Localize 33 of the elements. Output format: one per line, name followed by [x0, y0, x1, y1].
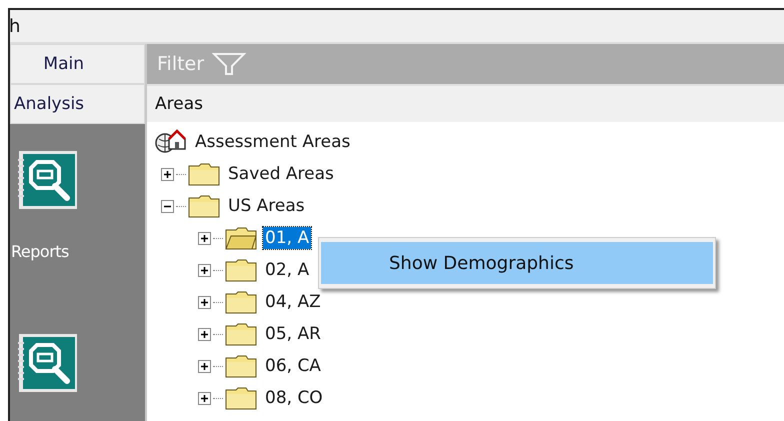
tree-root-label[interactable]: Assessment Areas: [193, 131, 352, 153]
panel-title: Areas: [155, 94, 203, 114]
folder-icon: [225, 354, 257, 378]
tree-item-label[interactable]: 08, CO: [263, 387, 325, 409]
collapse-icon[interactable]: [161, 200, 174, 212]
folder-icon: [225, 386, 257, 410]
report-magnifier-icon[interactable]: [15, 331, 79, 395]
tree-item-label[interactable]: US Areas: [226, 195, 307, 217]
open-folder-icon: [225, 226, 257, 250]
report-magnifier-icon[interactable]: [15, 148, 79, 212]
expand-icon[interactable]: [198, 392, 211, 404]
folder-icon: [225, 322, 257, 346]
expand-icon[interactable]: [198, 264, 211, 276]
tree-item-label[interactable]: 06, CA: [263, 355, 323, 377]
tree-item-label[interactable]: 02, A: [263, 259, 312, 281]
expand-icon[interactable]: [198, 232, 211, 244]
folder-icon: [225, 258, 257, 282]
window-title: h: [9, 16, 20, 36]
folder-icon: [188, 194, 220, 218]
nav-tab[interactable]: Main: [10, 44, 145, 84]
menu-item[interactable]: Show Demographics: [321, 242, 713, 284]
folder-icon: [225, 290, 257, 314]
nav-tab[interactable]: Analysis: [10, 84, 145, 124]
reports-label[interactable]: Reports: [11, 242, 69, 261]
expand-icon[interactable]: [161, 168, 174, 180]
tree-item-label[interactable]: Saved Areas: [226, 163, 336, 185]
folder-icon: [188, 162, 220, 186]
tree-item-label[interactable]: 04, AZ: [263, 291, 323, 313]
expand-icon[interactable]: [198, 360, 211, 372]
expand-icon[interactable]: [198, 328, 211, 340]
tree-item-label[interactable]: 01, A: [263, 227, 312, 249]
tree-item-label[interactable]: 05, AR: [263, 323, 323, 345]
expand-icon[interactable]: [198, 296, 211, 308]
